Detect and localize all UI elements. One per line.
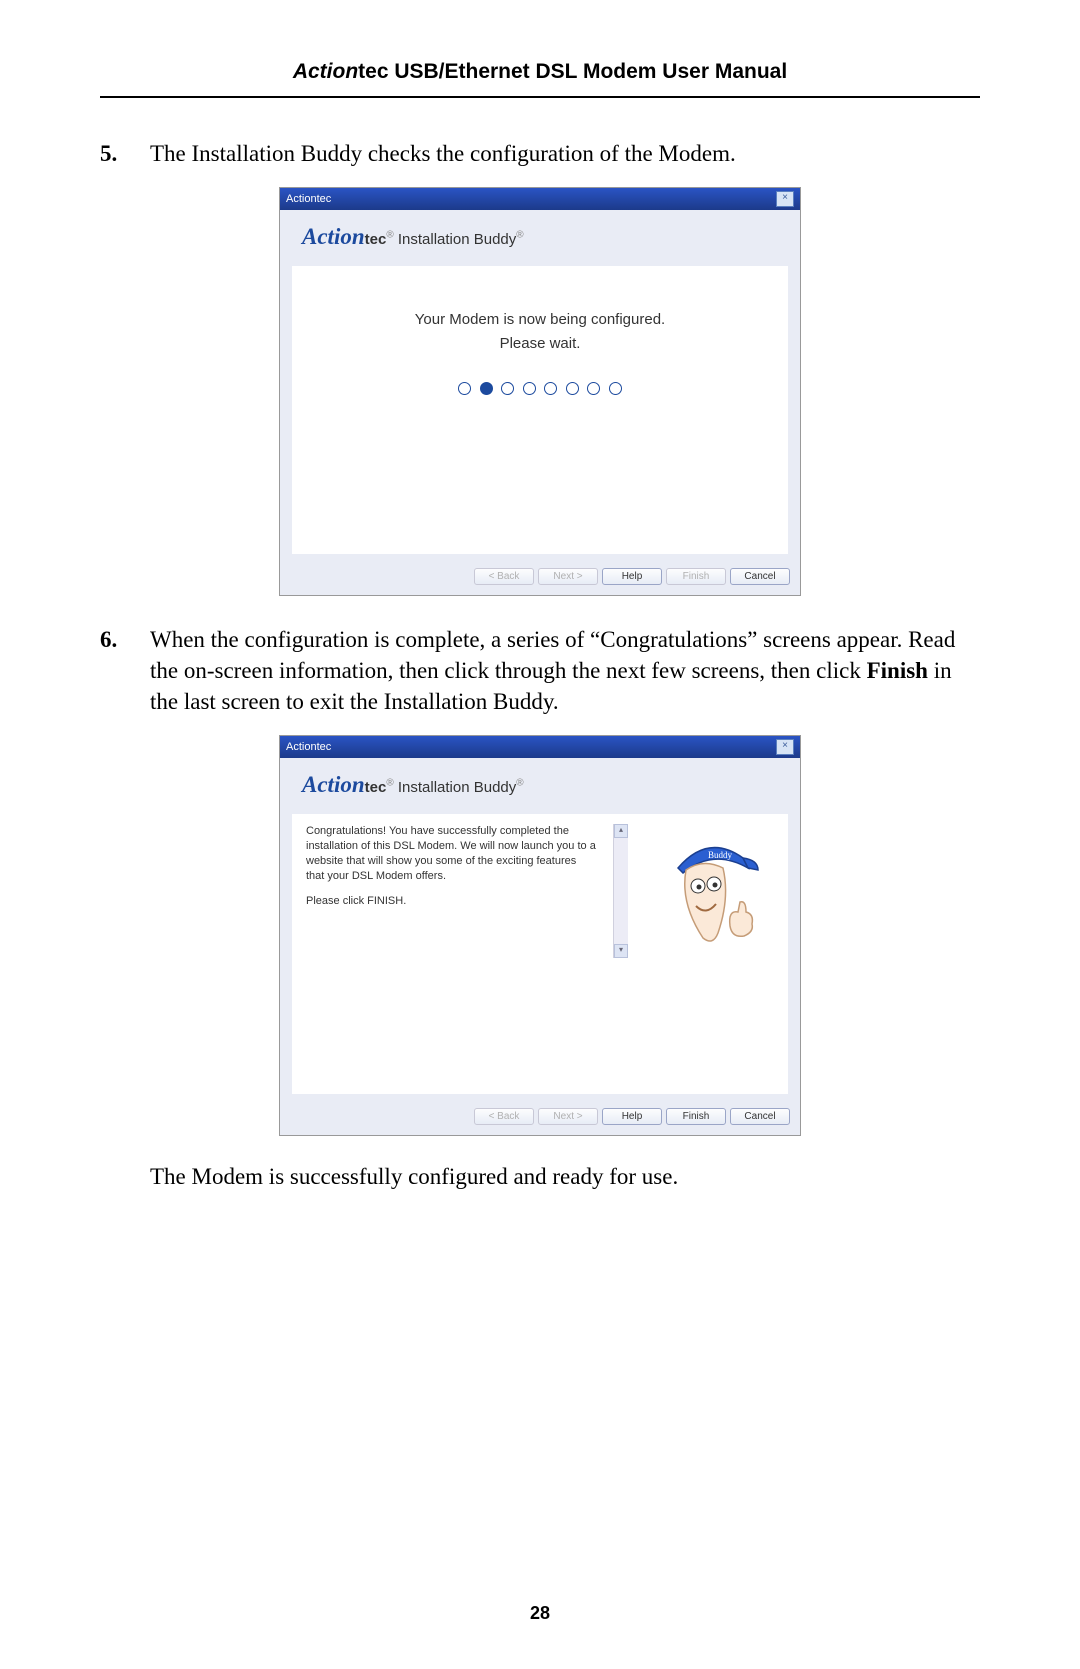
logo-script: Action	[302, 772, 365, 797]
page-header: Actiontec USB/Ethernet DSL Modem User Ma…	[100, 60, 980, 84]
back-button[interactable]: < Back	[474, 1108, 534, 1125]
dialog1-msg-line2: Please wait.	[306, 332, 774, 356]
installer-dialog-2: Actiontec × Actiontec® Installation Budd…	[279, 735, 801, 1136]
step-6-number: 6.	[100, 624, 150, 717]
dialog2-para2: Please click FINISH.	[306, 894, 597, 909]
dialog2-text: Congratulations! You have successfully c…	[306, 824, 603, 958]
dialog1-title: Actiontec	[286, 193, 331, 205]
dialog1-footer: < Back Next > Help Finish Cancel	[280, 562, 800, 595]
brand-rest: tec USB/Ethernet DSL Modem User Manual	[358, 60, 787, 83]
finish-button[interactable]: Finish	[666, 1108, 726, 1125]
progress-dot	[609, 382, 622, 395]
screenshot-1-wrap: Actiontec × Actiontec® Installation Budd…	[100, 187, 980, 596]
next-button[interactable]: Next >	[538, 1108, 598, 1125]
installer-dialog-1: Actiontec × Actiontec® Installation Budd…	[279, 187, 801, 596]
mascot-image: Buddy	[638, 824, 788, 958]
dialog1-message: Your Modem is now being configured. Plea…	[306, 308, 774, 356]
logo-rest: Installation Buddy	[394, 779, 517, 796]
logo-script: Action	[302, 224, 365, 249]
back-button[interactable]: < Back	[474, 568, 534, 585]
progress-dot	[566, 382, 579, 395]
progress-indicator	[306, 382, 774, 400]
dialog2-logo: Actiontec® Installation Buddy®	[280, 758, 800, 804]
step-5-text: The Installation Buddy checks the config…	[150, 138, 980, 169]
step-6-text-a: When the configuration is complete, a se…	[150, 627, 955, 683]
progress-dot	[587, 382, 600, 395]
progress-dot	[458, 382, 471, 395]
close-icon[interactable]: ×	[776, 739, 794, 755]
header-rule	[100, 96, 980, 98]
cancel-button[interactable]: Cancel	[730, 1108, 790, 1125]
finish-button[interactable]: Finish	[666, 568, 726, 585]
step-6: 6. When the configuration is complete, a…	[100, 624, 980, 717]
step-6-text: When the configuration is complete, a se…	[150, 624, 980, 717]
progress-dot	[523, 382, 536, 395]
progress-dot	[501, 382, 514, 395]
dialog2-content: Congratulations! You have successfully c…	[292, 814, 788, 1094]
logo-bold: tec	[365, 231, 387, 248]
help-button[interactable]: Help	[602, 568, 662, 585]
logo-bold: tec	[365, 779, 387, 796]
step-5: 5. The Installation Buddy checks the con…	[100, 138, 980, 169]
registered-icon: ®	[516, 778, 523, 789]
dialog2-title: Actiontec	[286, 741, 331, 753]
scrollbar[interactable]: ▴ ▾	[613, 824, 628, 958]
next-button[interactable]: Next >	[538, 568, 598, 585]
page-number: 28	[0, 1603, 1080, 1624]
dialog1-msg-line1: Your Modem is now being configured.	[306, 308, 774, 332]
registered-icon: ®	[516, 229, 523, 240]
registered-icon: ®	[386, 778, 393, 789]
dialog2-titlebar: Actiontec ×	[280, 736, 800, 758]
mascot-cap-label: Buddy	[708, 850, 733, 860]
dialog1-content: Your Modem is now being configured. Plea…	[292, 266, 788, 554]
screenshot-2-wrap: Actiontec × Actiontec® Installation Budd…	[100, 735, 980, 1136]
scroll-up-icon[interactable]: ▴	[614, 824, 628, 838]
brand-italic: Action	[293, 60, 358, 83]
cancel-button[interactable]: Cancel	[730, 568, 790, 585]
scroll-down-icon[interactable]: ▾	[614, 944, 628, 958]
step-6-bold: Finish	[867, 658, 928, 683]
dialog1-titlebar: Actiontec ×	[280, 188, 800, 210]
close-icon[interactable]: ×	[776, 191, 794, 207]
progress-dot	[544, 382, 557, 395]
closing-text: The Modem is successfully configured and…	[150, 1164, 980, 1190]
registered-icon: ®	[386, 229, 393, 240]
dialog2-para1: Congratulations! You have successfully c…	[306, 824, 597, 883]
progress-dot-active	[480, 382, 493, 395]
dialog1-logo: Actiontec® Installation Buddy®	[280, 210, 800, 256]
logo-rest: Installation Buddy	[394, 231, 517, 248]
dialog2-footer: < Back Next > Help Finish Cancel	[280, 1102, 800, 1135]
step-5-number: 5.	[100, 138, 150, 169]
help-button[interactable]: Help	[602, 1108, 662, 1125]
